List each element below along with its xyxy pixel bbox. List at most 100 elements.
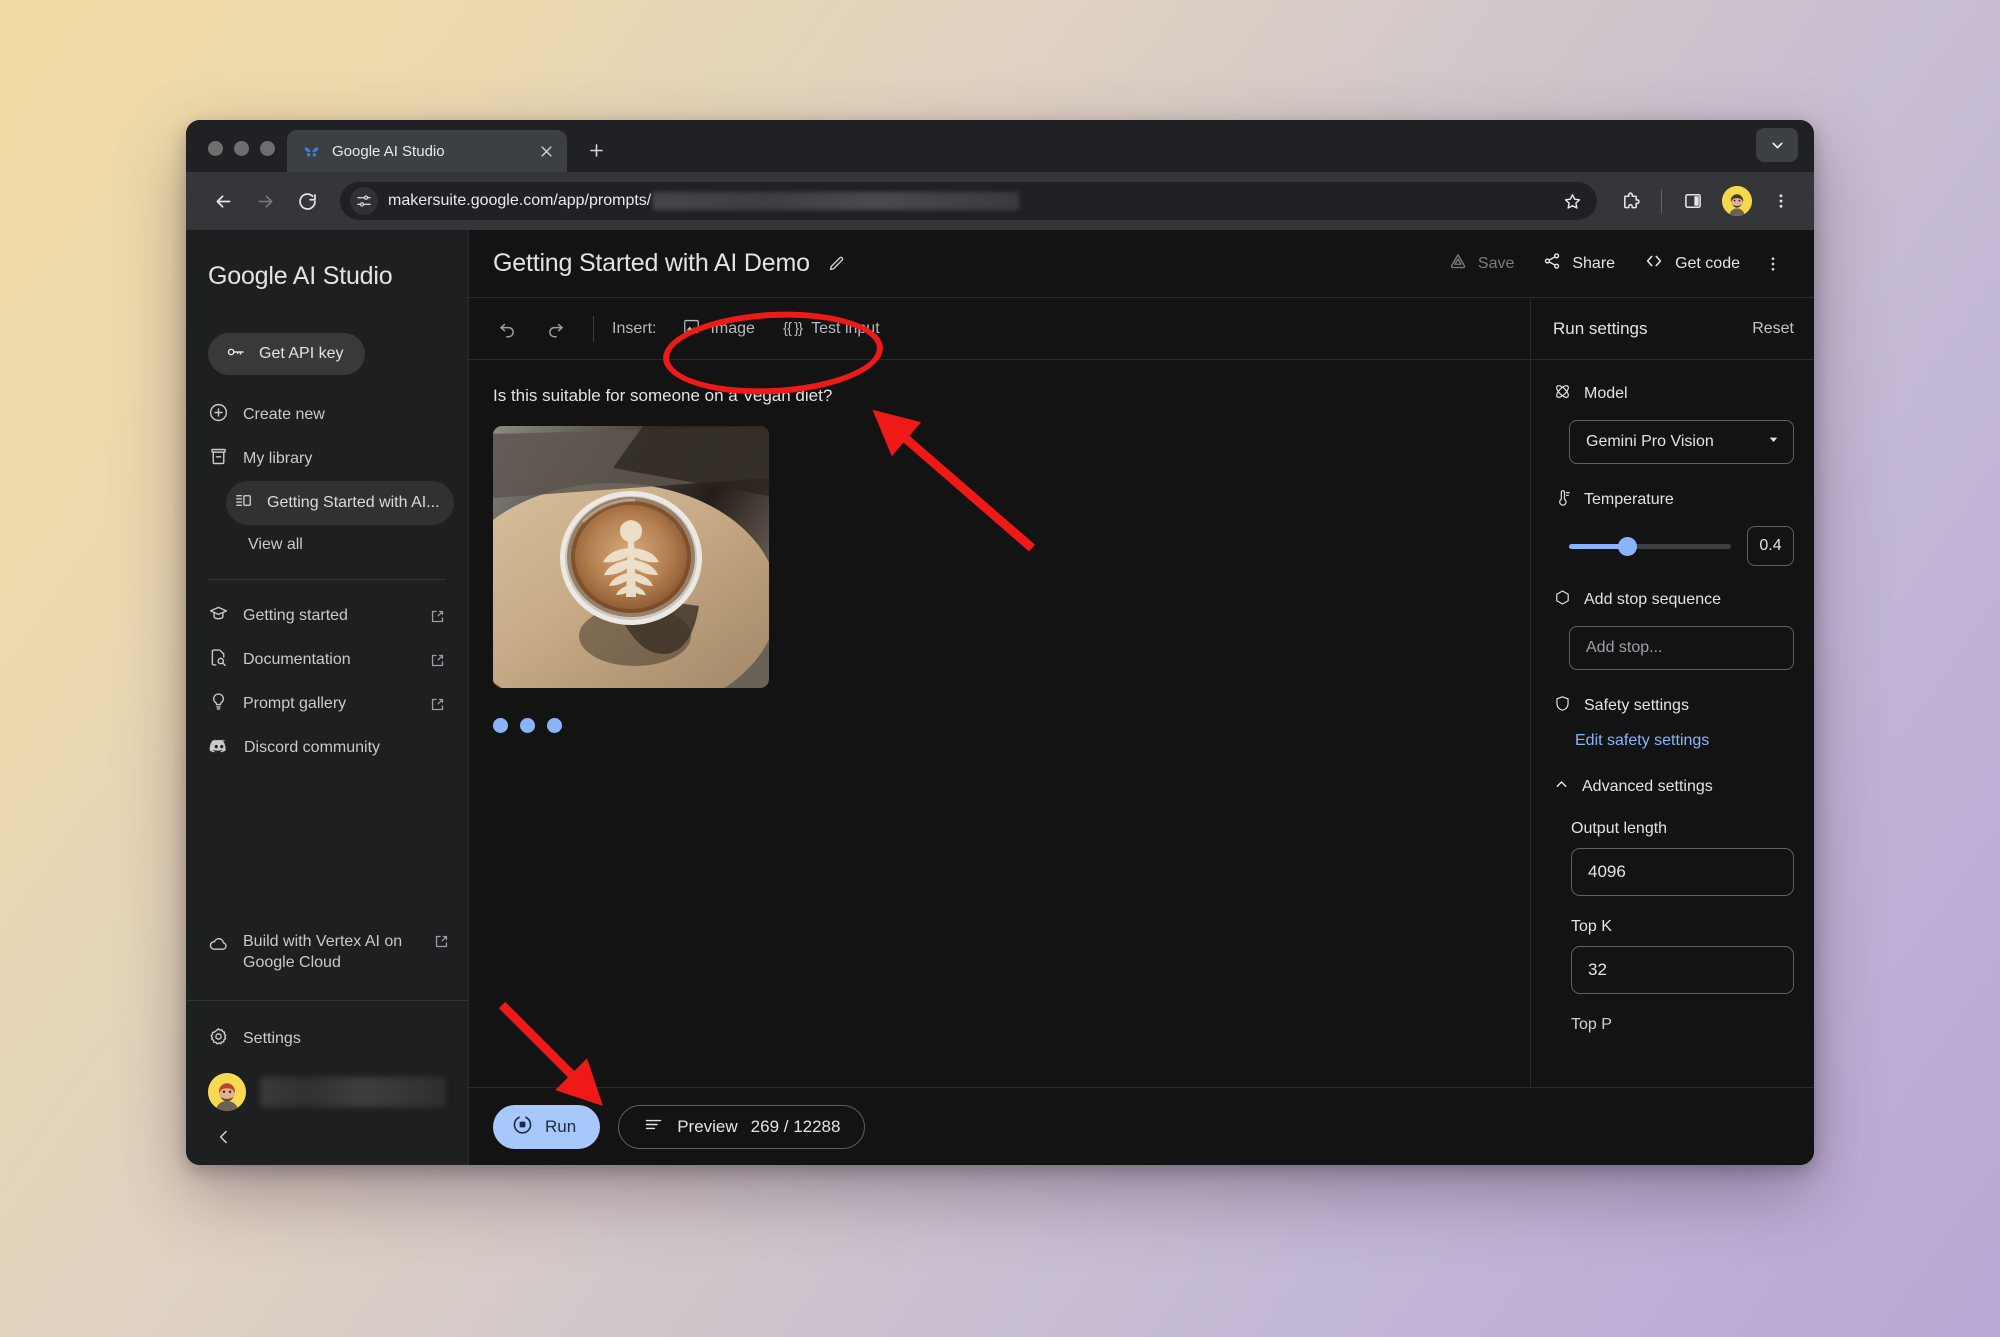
- temperature-control: 0.4: [1569, 526, 1794, 566]
- sidebar-item-discord-community[interactable]: Discord community: [200, 726, 454, 770]
- external-link-icon: [429, 696, 446, 713]
- sidebar-item-settings[interactable]: Settings: [186, 1011, 468, 1067]
- get-api-key-label: Get API key: [259, 345, 344, 362]
- share-button[interactable]: Share: [1528, 244, 1629, 284]
- model-label: Model: [1584, 385, 1628, 402]
- prompt-text[interactable]: Is this suitable for someone on a Vegan …: [493, 386, 1506, 406]
- url-visible-part: makersuite.google.com/app/prompts/: [388, 192, 652, 210]
- omnibox-url-text: makersuite.google.com/app/prompts/: [388, 191, 1020, 210]
- preview-label: Preview: [677, 1116, 738, 1136]
- loading-dots: [493, 718, 1506, 733]
- temperature-slider[interactable]: [1569, 536, 1731, 556]
- image-icon: [682, 317, 701, 341]
- prompt-bottom-bar: Run Preview 269 / 12288: [469, 1087, 1814, 1165]
- sidebar-account-row[interactable]: [186, 1067, 468, 1117]
- code-brackets-icon: [1643, 250, 1665, 277]
- model-label-row: Model: [1553, 382, 1794, 406]
- omnibox[interactable]: makersuite.google.com/app/prompts/: [340, 182, 1597, 220]
- profile-avatar[interactable]: [1722, 186, 1752, 216]
- ai-studio-app: Google AI Studio Get API key Create new …: [186, 230, 1814, 1165]
- close-tab-button[interactable]: [535, 140, 557, 162]
- sidebar-item-label: Prompt gallery: [243, 695, 347, 712]
- close-window-button[interactable]: [208, 141, 223, 156]
- browser-tab-title: Google AI Studio: [332, 142, 445, 160]
- settings-label: Settings: [243, 1030, 301, 1047]
- slider-knob[interactable]: [1618, 536, 1638, 556]
- key-icon: [226, 342, 246, 367]
- sidebar-item-prompt-gallery[interactable]: Prompt gallery: [200, 682, 454, 726]
- share-label: Share: [1572, 254, 1616, 272]
- toolbar-divider: [1661, 189, 1662, 213]
- output-length-input[interactable]: 4096: [1571, 848, 1794, 896]
- back-arrow-icon[interactable]: [204, 182, 242, 220]
- page-title: Getting Started with AI Demo: [493, 249, 810, 277]
- sidebar-item-documentation[interactable]: Documentation: [200, 638, 454, 682]
- sidebar-bottom-divider: [186, 1000, 468, 1001]
- forward-arrow-icon[interactable]: [246, 182, 284, 220]
- sidebar-item-my-library[interactable]: My library: [200, 437, 454, 481]
- get-code-button[interactable]: Get code: [1629, 244, 1754, 284]
- get-api-key-button[interactable]: Get API key: [208, 333, 366, 375]
- loading-dot: [520, 718, 535, 733]
- main-split: Insert: Image {{ }} Test input Is this s…: [469, 298, 1814, 1087]
- run-settings-panel: Run settings Reset Model Gemini Pro Visi…: [1531, 298, 1814, 1087]
- gear-icon: [208, 1026, 229, 1052]
- add-stop-input[interactable]: Add stop...: [1569, 626, 1794, 670]
- new-tab-button[interactable]: [579, 133, 613, 167]
- temperature-value[interactable]: 0.4: [1747, 526, 1794, 566]
- loading-dot: [547, 718, 562, 733]
- sidebar-item-create-new[interactable]: Create new: [200, 393, 454, 437]
- pencil-icon[interactable]: [820, 247, 854, 281]
- run-label: Run: [545, 1116, 577, 1136]
- insert-toolbar: Insert: Image {{ }} Test input: [469, 298, 1530, 360]
- cloud-icon: [208, 931, 229, 961]
- sidebar-item-current-prompt[interactable]: Getting Started with AI...: [226, 481, 454, 525]
- graduation-cap-icon: [208, 603, 229, 629]
- chevron-up-icon: [1553, 776, 1570, 798]
- undo-icon[interactable]: [487, 309, 527, 349]
- reset-button[interactable]: Reset: [1752, 320, 1794, 338]
- edit-safety-settings-link[interactable]: Edit safety settings: [1575, 732, 1794, 750]
- redo-icon[interactable]: [535, 309, 575, 349]
- sidebar-view-all-link[interactable]: View all: [186, 525, 468, 565]
- url-redacted-part: [653, 191, 1020, 210]
- insert-test-input-button[interactable]: {{ }} Test input: [773, 310, 890, 348]
- bookmark-star-icon[interactable]: [1555, 184, 1589, 218]
- prompt-body[interactable]: Is this suitable for someone on a Vegan …: [469, 360, 1530, 1087]
- temperature-label-row: Temperature: [1553, 488, 1794, 512]
- extensions-icon[interactable]: [1611, 182, 1649, 220]
- run-button[interactable]: Run: [493, 1104, 601, 1149]
- external-link-icon: [429, 608, 446, 625]
- insert-image-button[interactable]: Image: [672, 310, 764, 348]
- safety-label-row: Safety settings: [1553, 694, 1794, 718]
- window-traffic-lights: [204, 141, 287, 172]
- advanced-settings-toggle[interactable]: Advanced settings: [1553, 776, 1794, 798]
- minimize-window-button[interactable]: [234, 141, 249, 156]
- sidebar-collapse-button[interactable]: [186, 1117, 468, 1165]
- app-sidebar: Google AI Studio Get API key Create new …: [186, 230, 469, 1165]
- save-button[interactable]: Save: [1434, 244, 1528, 284]
- browser-menu-icon[interactable]: [1762, 182, 1800, 220]
- prompt-image[interactable]: [493, 426, 769, 688]
- side-panel-icon[interactable]: [1674, 182, 1712, 220]
- maximize-window-button[interactable]: [260, 141, 275, 156]
- braces-icon: {{ }}: [782, 320, 803, 337]
- output-length-label: Output length: [1571, 820, 1668, 837]
- prompt-more-menu-icon[interactable]: [1754, 245, 1792, 283]
- doc-search-icon: [208, 647, 229, 673]
- shield-icon: [1553, 694, 1572, 718]
- plus-circle-icon: [208, 402, 229, 428]
- model-select[interactable]: Gemini Pro Vision: [1569, 420, 1794, 464]
- google-ai-studio-favicon-icon: [302, 142, 321, 161]
- window-chevron-down-icon[interactable]: [1756, 128, 1798, 162]
- top-k-input[interactable]: 32: [1571, 946, 1794, 994]
- reload-icon[interactable]: [288, 182, 326, 220]
- browser-tab[interactable]: Google AI Studio: [287, 130, 567, 172]
- model-atom-icon: [1553, 382, 1572, 406]
- site-settings-icon[interactable]: [350, 187, 378, 215]
- sidebar-item-vertex-ai[interactable]: Build with Vertex AI on Google Cloud: [186, 931, 468, 974]
- save-drive-icon: [1448, 251, 1468, 276]
- sidebar-item-getting-started[interactable]: Getting started: [200, 594, 454, 638]
- stop-sequence-label-row: Add stop sequence: [1553, 588, 1794, 612]
- preview-button[interactable]: Preview 269 / 12288: [618, 1104, 866, 1149]
